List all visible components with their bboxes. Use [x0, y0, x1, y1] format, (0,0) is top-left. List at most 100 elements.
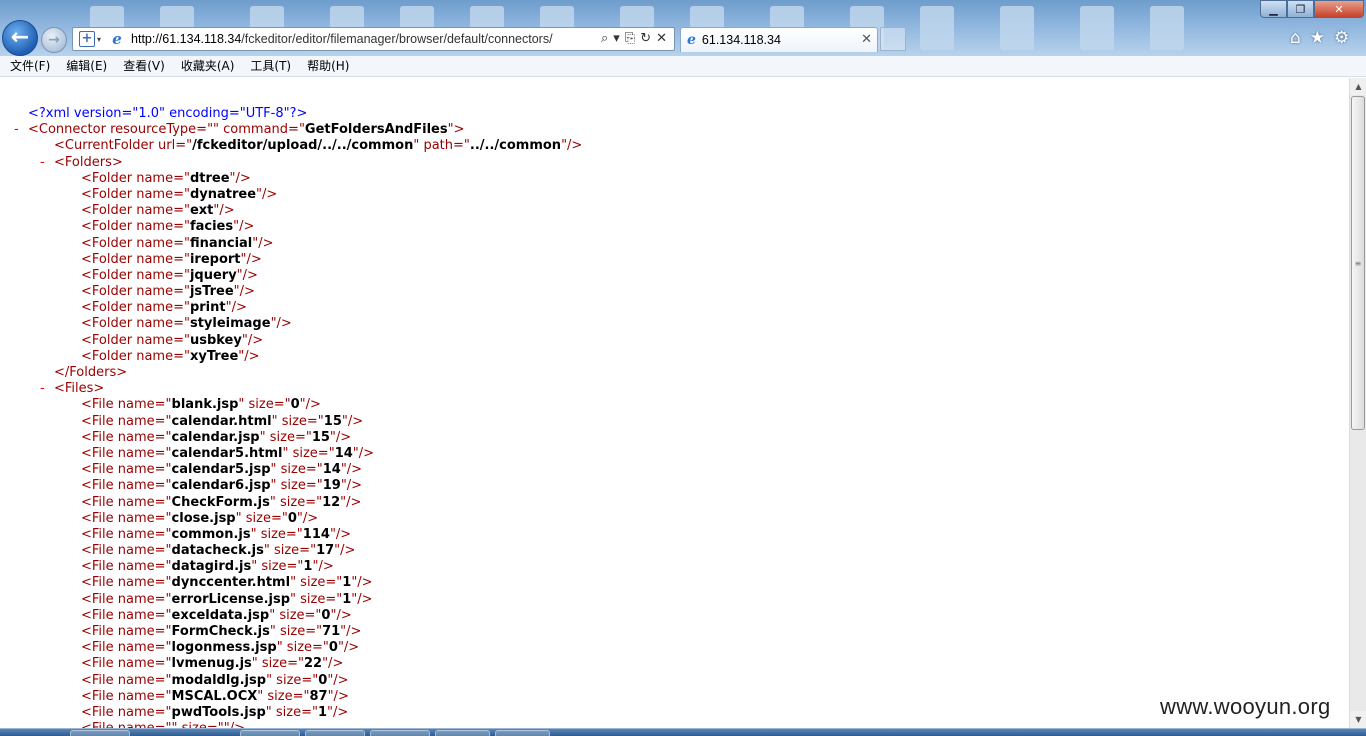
file-name: CheckForm.js — [171, 494, 270, 510]
file-size: 22 — [303, 656, 323, 672]
home-icon[interactable]: ⌂ — [1290, 27, 1301, 49]
browser-toolbar-icons: ⌂ ★ ⚙ — [1290, 27, 1349, 49]
taskbar-item[interactable] — [495, 730, 550, 736]
folders-close-line: </Folders> — [54, 365, 128, 380]
folder-name: jquery — [189, 267, 237, 283]
url-text[interactable]: http://61.134.118.34/fckeditor/editor/fi… — [131, 32, 595, 46]
file-size: 87 — [309, 688, 328, 704]
url-host: http://61.134.118.34 — [131, 32, 242, 46]
menu-edit[interactable]: 编辑(E) — [66, 56, 107, 77]
minimize-button[interactable]: ▁ — [1260, 0, 1287, 18]
file-size: 0 — [290, 397, 300, 413]
arrow-right-icon: → — [48, 32, 60, 48]
folder-name: dynatree — [189, 186, 257, 202]
search-dropdown-icon[interactable]: ▾ — [613, 31, 620, 47]
folder-name: xyTree — [189, 348, 239, 364]
file-size: 12 — [322, 494, 341, 510]
scroll-up-button[interactable]: ▲ — [1350, 78, 1366, 95]
files-list: <File name="blank.jsp" size="0"/> <File n… — [0, 397, 582, 728]
collapse-toggle[interactable]: - — [40, 381, 45, 397]
folder-name: financial — [189, 235, 253, 251]
taskbar — [0, 728, 1366, 736]
taskbar-item[interactable] — [370, 730, 430, 736]
file-size: 19 — [322, 478, 341, 494]
file-row: <File name="close.jsp" size="0"/> — [81, 510, 319, 526]
ie-tab-icon: e — [687, 32, 696, 48]
folder-name: styleimage — [189, 316, 271, 332]
chevron-down-icon[interactable]: ▾ — [97, 35, 101, 44]
taskbar-item[interactable] — [240, 730, 300, 736]
file-size: 17 — [316, 543, 335, 559]
scroll-down-button[interactable]: ▼ — [1350, 711, 1366, 728]
stop-icon[interactable]: ✕ — [656, 31, 667, 47]
folder-row: <Folder name="dynatree"/> — [81, 186, 278, 202]
collapse-toggle[interactable]: - — [14, 122, 19, 138]
file-row: <File name="exceldata.jsp" size="0"/> — [81, 607, 352, 623]
address-bar[interactable]: + ▾ e http://61.134.118.34/fckeditor/edi… — [72, 27, 675, 51]
file-row: <File name="calendar5.jsp" size="14"/> — [81, 462, 363, 478]
file-name: blank.jsp — [171, 397, 239, 413]
new-tab-button[interactable] — [880, 27, 906, 51]
file-size: 1 — [318, 704, 328, 720]
search-icon[interactable]: ⌕ — [601, 31, 608, 47]
arrow-left-icon: ← — [10, 25, 30, 50]
current-folder-url: /fckeditor/upload/../../common — [192, 138, 414, 154]
file-row: <File name="datacheck.js" size="17"/> — [81, 543, 356, 559]
file-name: calendar.jsp — [171, 429, 260, 445]
file-name: exceldata.jsp — [171, 607, 270, 623]
favorites-star-icon[interactable]: ★ — [1310, 27, 1325, 49]
forward-button[interactable]: → — [41, 27, 67, 53]
file-name: close.jsp — [171, 510, 236, 526]
file-name: datagird.js — [171, 559, 252, 575]
window-controls: ▁ ❐ ✕ — [1260, 0, 1364, 18]
folder-row: <Folder name="jsTree"/> — [81, 284, 255, 300]
folder-row: <Folder name="facies"/> — [81, 219, 255, 235]
folder-row: <Folder name="print"/> — [81, 300, 247, 316]
scroll-thumb[interactable]: ≡ — [1351, 96, 1365, 430]
tab-current[interactable]: e 61.134.118.34 ✕ — [680, 27, 878, 52]
compatibility-view-icon[interactable]: ⎘ — [625, 31, 635, 47]
file-name: calendar.html — [171, 413, 272, 429]
folder-name: jsTree — [189, 284, 234, 300]
connector-command: GetFoldersAndFiles — [304, 122, 448, 138]
vertical-scrollbar[interactable]: ▲ ≡ ▼ — [1349, 78, 1366, 728]
folder-name: usbkey — [189, 332, 242, 348]
menu-bar: 文件(F) 编辑(E) 查看(V) 收藏夹(A) 工具(T) 帮助(H) — [0, 56, 1366, 77]
taskbar-item[interactable] — [70, 730, 130, 736]
file-row: <File name="calendar.html" size="15"/> — [81, 413, 364, 429]
file-size: 15 — [311, 429, 330, 445]
file-row: <File name="MSCAL.OCX" size="87"/> — [81, 688, 349, 704]
files-open-line: - <Files> — [40, 381, 105, 397]
back-button[interactable]: ← — [2, 20, 38, 56]
file-row: <File name="FormCheck.js" size="71"/> — [81, 624, 362, 639]
maximize-button[interactable]: ❐ — [1287, 0, 1314, 18]
add-favorite-icon[interactable]: + — [79, 31, 95, 47]
current-folder-path: ../../common — [469, 138, 562, 154]
file-row: <File name="logonmess.jsp" size="0"/> — [81, 640, 360, 656]
taskbar-item[interactable] — [305, 730, 365, 736]
collapse-toggle[interactable]: - — [40, 155, 45, 171]
menu-file[interactable]: 文件(F) — [10, 56, 50, 77]
close-window-button[interactable]: ✕ — [1314, 0, 1364, 18]
file-name: calendar5.jsp — [171, 462, 271, 478]
menu-tools[interactable]: 工具(T) — [250, 56, 291, 77]
gear-icon[interactable]: ⚙ — [1334, 27, 1349, 49]
file-size: 14 — [322, 462, 341, 478]
file-name: calendar6.jsp — [171, 478, 271, 494]
menu-favorites[interactable]: 收藏夹(A) — [181, 56, 235, 77]
file-name: MSCAL.OCX — [171, 688, 258, 704]
file-name: errorLicense.jsp — [171, 591, 291, 607]
menu-view[interactable]: 查看(V) — [123, 56, 165, 77]
taskbar-item[interactable] — [435, 730, 490, 736]
file-row: <File name="calendar5.html" size="14"/> — [81, 445, 375, 461]
folder-row: <Folder name="dtree"/> — [81, 170, 251, 186]
file-row: <File name="calendar.jsp" size="15"/> — [81, 429, 352, 445]
file-row: <File name="common.js" size="114"/> — [81, 526, 352, 542]
file-name: common.js — [171, 526, 251, 542]
menu-help[interactable]: 帮助(H) — [307, 56, 349, 77]
close-tab-icon[interactable]: ✕ — [861, 32, 872, 47]
url-path: /fckeditor/editor/filemanager/browser/de… — [241, 32, 553, 46]
file-row: <File name="datagird.js" size="1"/> — [81, 559, 334, 575]
file-row: <File name="CheckForm.js" size="12"/> — [81, 494, 362, 510]
refresh-icon[interactable]: ↻ — [640, 31, 651, 47]
